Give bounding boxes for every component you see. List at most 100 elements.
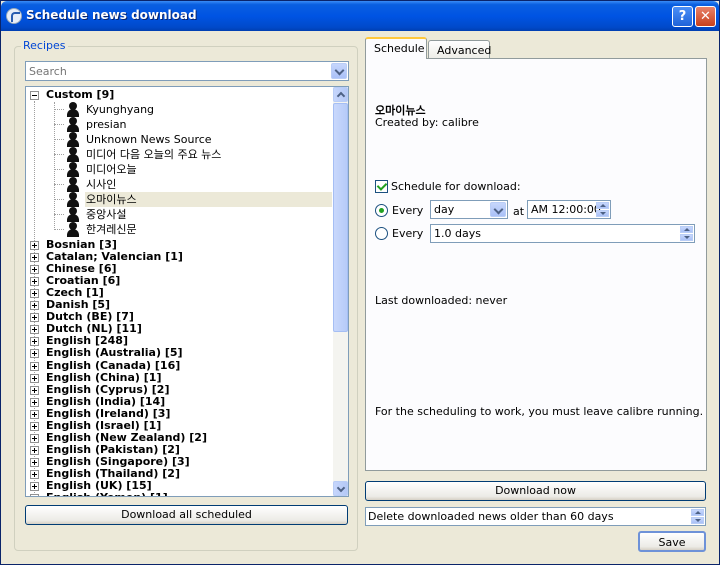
expand-icon[interactable]	[30, 325, 39, 335]
scrollbar-thumb[interactable]	[333, 103, 348, 332]
interval-value: 1.0 days	[434, 227, 481, 240]
spin-down-arrow-icon[interactable]	[680, 234, 693, 241]
tree-recipe-item[interactable]: Unknown News Source	[26, 132, 332, 147]
search-dropdown-arrow-icon[interactable]	[331, 63, 347, 79]
download-all-scheduled-button[interactable]: Download all scheduled	[25, 505, 348, 525]
expand-icon[interactable]	[30, 421, 39, 431]
schedule-checkbox-label[interactable]: Schedule for download:	[391, 180, 521, 193]
every-interval-radio[interactable]	[375, 227, 388, 240]
tree-recipe-item[interactable]: Kyunghyang	[26, 102, 332, 117]
every-day-radio-label[interactable]: Every	[392, 204, 423, 217]
person-icon	[66, 192, 80, 207]
tree-recipe-label: 중앙사설	[86, 208, 127, 221]
spin-down-arrow-icon[interactable]	[596, 210, 609, 217]
calibre-app-icon	[6, 8, 22, 24]
download-now-button[interactable]: Download now	[365, 481, 706, 501]
tree-category-custom[interactable]: Custom [9]	[26, 88, 326, 102]
expand-icon[interactable]	[30, 445, 39, 455]
time-spin-buttons[interactable]	[596, 202, 609, 217]
person-icon	[66, 147, 80, 162]
recipe-tree-content: Custom [9] Kyunghyang presian Unknown News …	[26, 87, 332, 496]
tree-recipe-item[interactable]: 오마이뉴스	[26, 192, 332, 207]
save-button[interactable]: Save	[638, 531, 706, 552]
tree-category-label: English (Yemen) [1]	[46, 491, 168, 496]
expand-icon[interactable]	[30, 361, 39, 371]
tab-schedule[interactable]: Schedule	[365, 37, 427, 59]
expand-icon[interactable]	[30, 457, 39, 467]
recipes-group-label: Recipes	[21, 39, 68, 52]
expand-icon[interactable]	[30, 289, 39, 299]
tree-recipe-item[interactable]: 중앙사설	[26, 207, 332, 222]
expand-icon[interactable]	[30, 385, 39, 395]
expand-icon[interactable]	[30, 349, 39, 359]
delete-older-spinbox[interactable]: Delete downloaded news older than 60 day…	[365, 507, 706, 526]
time-spinbox[interactable]: AM 12:00:00	[527, 200, 611, 219]
spin-up-arrow-icon[interactable]	[596, 202, 609, 209]
scheduling-note: For the scheduling to work, you must lea…	[375, 405, 704, 418]
delete-older-spin-buttons[interactable]	[691, 509, 704, 524]
schedule-dialog: Schedule news download ? ✕ Recipes Custo…	[0, 0, 720, 565]
search-combobox[interactable]	[25, 61, 349, 81]
expand-icon[interactable]	[30, 277, 39, 287]
tree-connector-line	[54, 199, 64, 200]
schedule-tab-panel: 오마이뉴스 Created by: calibre Schedule for d…	[365, 58, 707, 471]
day-select[interactable]: day	[430, 200, 508, 219]
expand-icon[interactable]	[30, 253, 39, 263]
tree-connector-line	[54, 229, 64, 230]
tree-connector-line	[54, 102, 55, 230]
close-button[interactable]: ✕	[695, 6, 716, 27]
expand-icon[interactable]	[30, 241, 39, 250]
expand-icon[interactable]	[30, 337, 39, 347]
tree-recipe-label: 시사인	[86, 178, 117, 191]
delete-older-value: Delete downloaded news older than 60 day…	[368, 510, 614, 523]
schedule-checkbox[interactable]	[375, 180, 388, 193]
expand-icon[interactable]	[30, 469, 39, 479]
tree-recipe-item[interactable]: presian	[26, 117, 332, 132]
person-icon	[66, 177, 80, 192]
person-icon	[66, 222, 80, 237]
tree-recipe-label: 미디어오늘	[86, 163, 137, 176]
recipe-tree[interactable]: Custom [9] Kyunghyang presian Unknown News …	[25, 86, 349, 497]
tree-recipe-item[interactable]: 한겨레신문	[26, 222, 332, 237]
interval-spin-buttons[interactable]	[680, 226, 693, 241]
title-bar: Schedule news download ? ✕	[1, 1, 719, 31]
tree-category[interactable]: English (Yemen) [1]	[26, 491, 326, 496]
last-downloaded-text: Last downloaded: never	[375, 294, 508, 307]
collapse-icon[interactable]	[30, 91, 39, 100]
scroll-up-arrow-icon[interactable]	[333, 87, 348, 102]
spin-up-arrow-icon[interactable]	[691, 509, 704, 516]
tree-vertical-scrollbar[interactable]	[333, 87, 348, 496]
expand-icon[interactable]	[30, 301, 39, 311]
day-select-dropdown-arrow-icon[interactable]	[490, 202, 506, 217]
tab-advanced[interactable]: Advanced	[428, 40, 491, 60]
tree-recipe-item[interactable]: 미디어오늘	[26, 162, 332, 177]
help-button[interactable]: ?	[672, 6, 693, 27]
spin-up-arrow-icon[interactable]	[680, 226, 693, 233]
expand-icon[interactable]	[30, 313, 39, 323]
tree-connector-line	[54, 169, 64, 170]
expand-icon[interactable]	[30, 397, 39, 407]
tree-connector-line	[54, 139, 64, 140]
time-value: AM 12:00:00	[531, 203, 601, 216]
tree-recipe-item[interactable]: 시사인	[26, 177, 332, 192]
day-select-value: day	[434, 203, 455, 216]
tree-recipe-item[interactable]: 미디어 다음 오늘의 주요 뉴스	[26, 147, 332, 162]
expand-icon[interactable]	[30, 482, 39, 491]
every-day-radio[interactable]	[375, 204, 388, 217]
expand-icon[interactable]	[30, 409, 39, 419]
expand-icon[interactable]	[30, 373, 39, 383]
tree-recipe-label: 미디어 다음 오늘의 주요 뉴스	[86, 148, 222, 161]
tree-connector-line	[54, 184, 64, 185]
expand-icon[interactable]	[30, 494, 39, 496]
tree-category-label: Custom [9]	[46, 88, 115, 101]
search-input[interactable]	[27, 63, 327, 79]
at-label: at	[513, 205, 525, 218]
every-interval-radio-label[interactable]: Every	[392, 227, 423, 240]
scroll-down-arrow-icon[interactable]	[333, 481, 348, 496]
tree-recipe-label: presian	[86, 118, 127, 131]
expand-icon[interactable]	[30, 433, 39, 443]
expand-icon[interactable]	[30, 265, 39, 275]
interval-spinbox[interactable]: 1.0 days	[430, 224, 695, 243]
recipe-author: Created by: calibre	[375, 116, 479, 129]
spin-down-arrow-icon[interactable]	[691, 517, 704, 524]
